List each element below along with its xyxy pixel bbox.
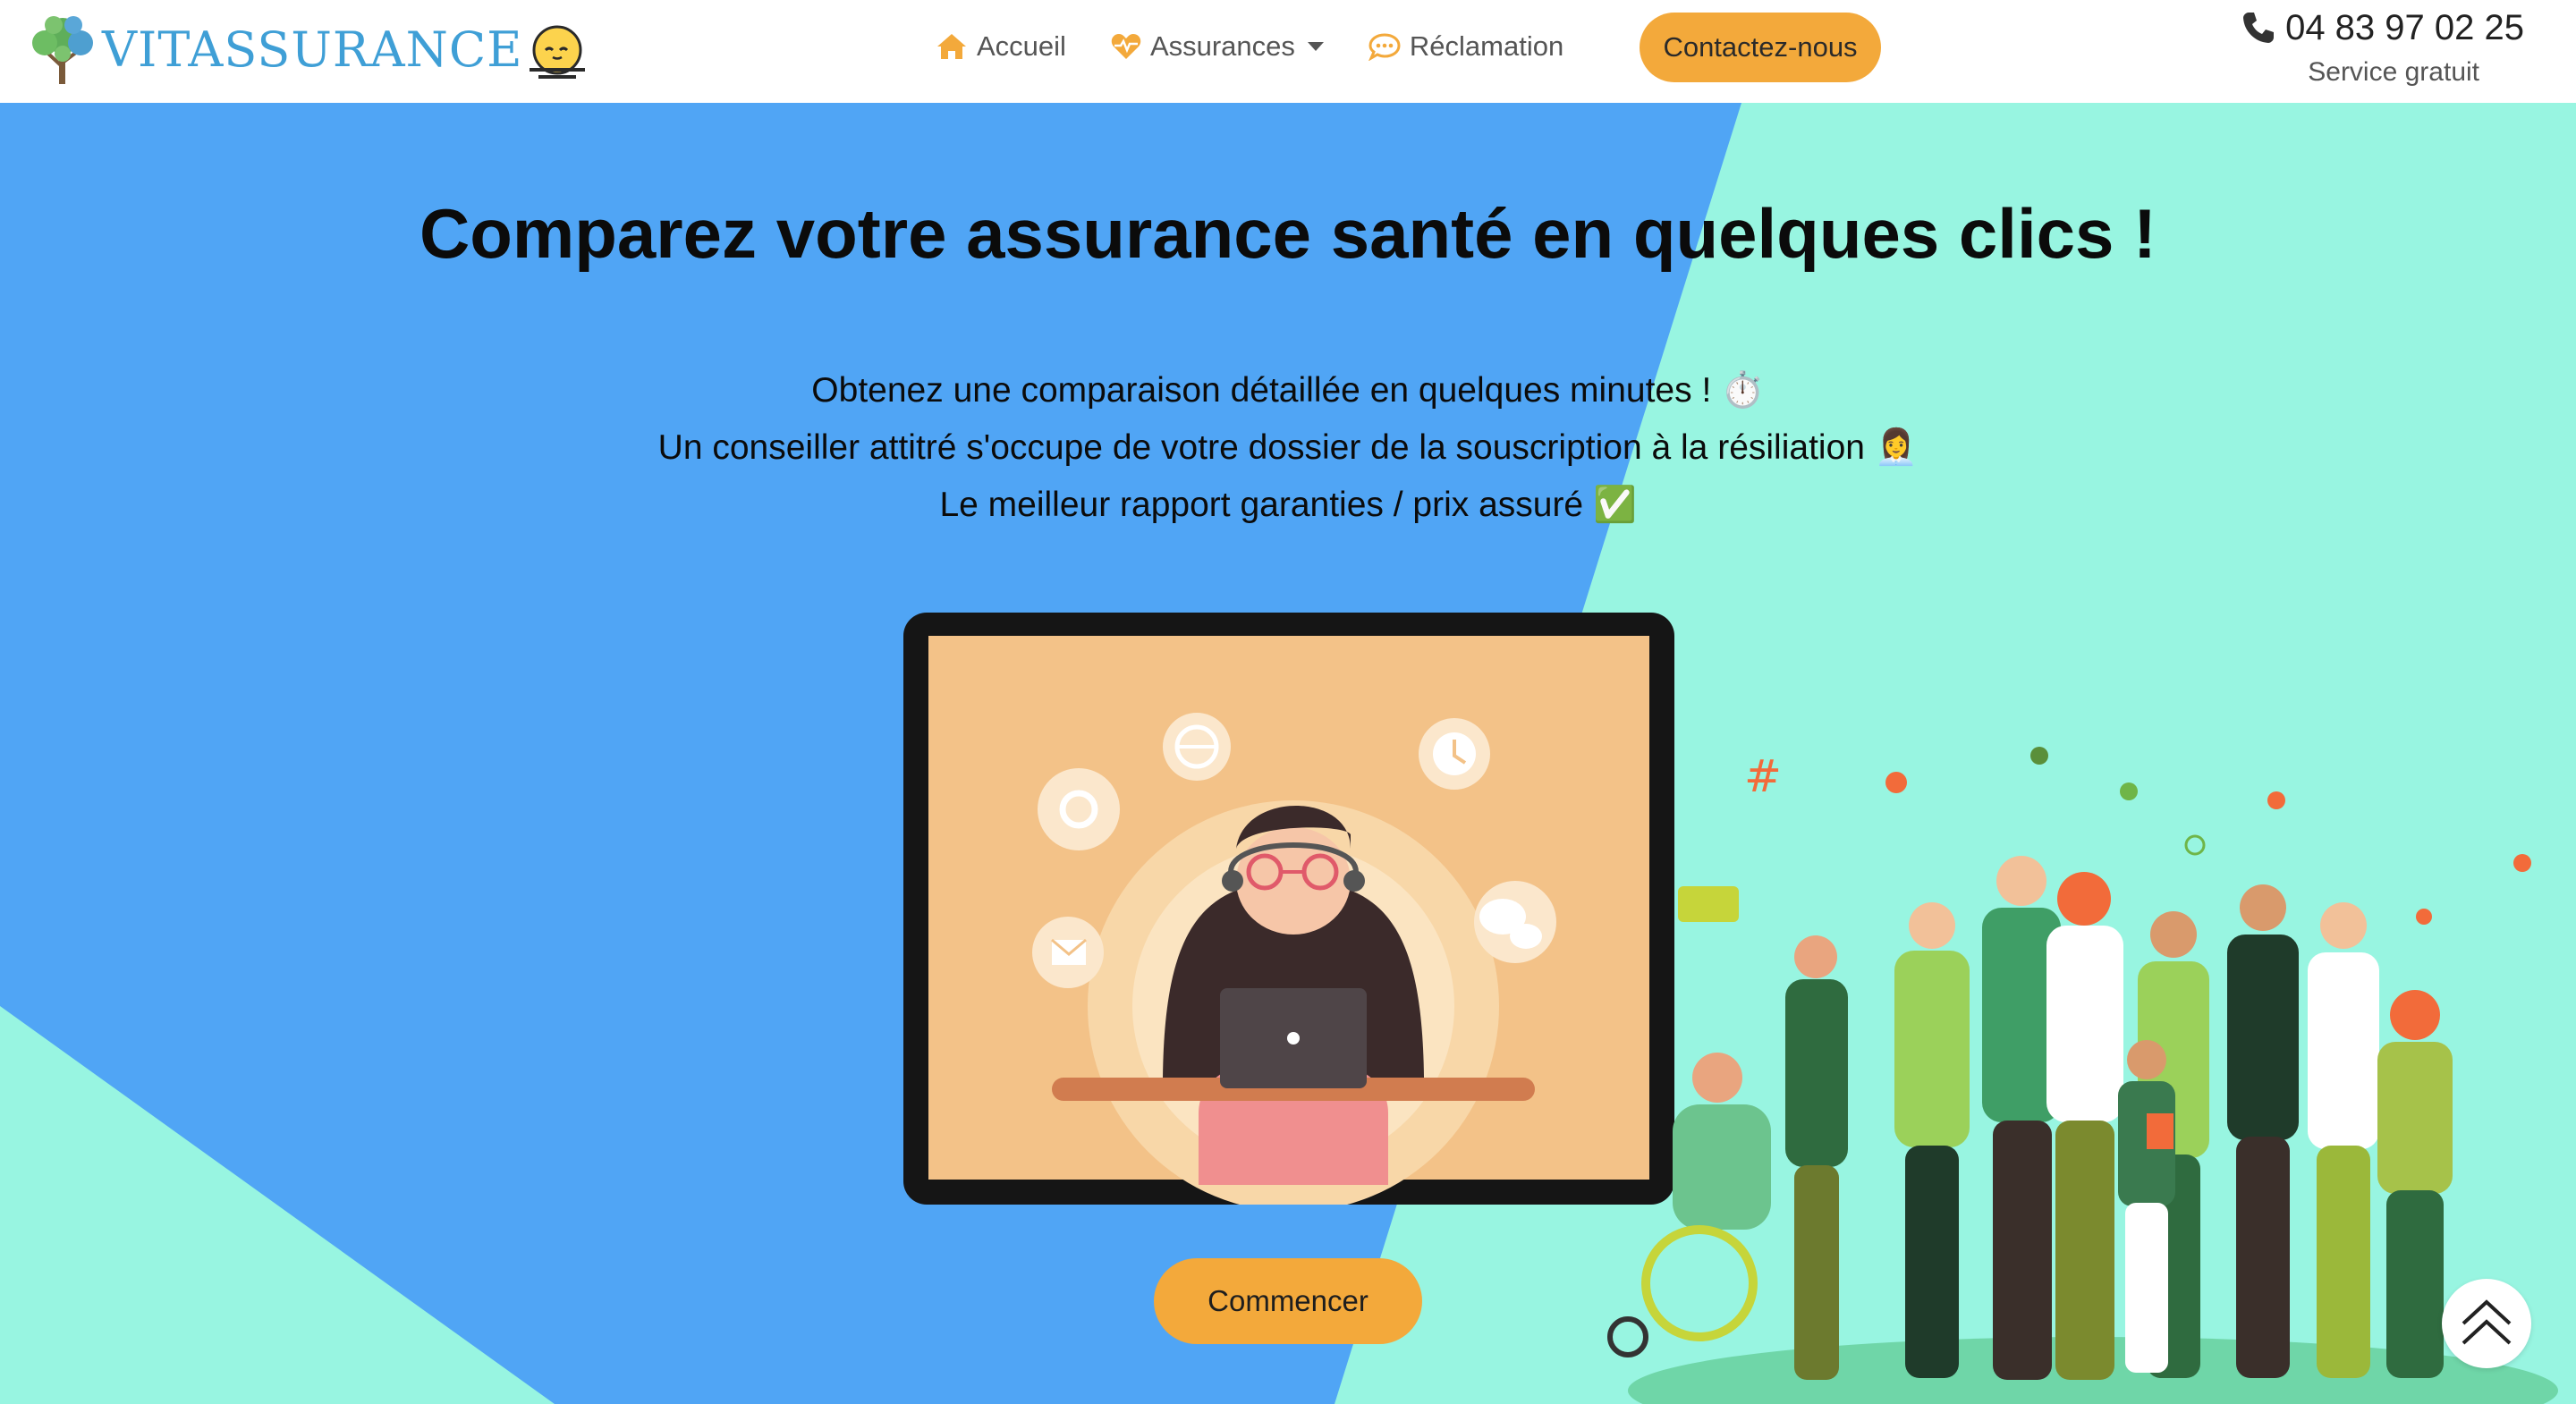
heartbeat-icon (1111, 34, 1141, 59)
phone-icon (2243, 13, 2275, 43)
scroll-to-top-button[interactable] (2442, 1279, 2531, 1368)
phone-number: 04 83 97 02 25 (2285, 7, 2524, 47)
phone-subtitle: Service gratuit (2308, 57, 2479, 87)
contact-button[interactable]: Contactez-nous (1640, 13, 1881, 82)
diverse-people-group-illustration: # (1607, 747, 2558, 1404)
hero-title: Comparez votre assurance santé en quelqu… (419, 194, 2157, 273)
hero-section: Comparez votre assurance santé en quelqu… (0, 103, 2576, 1404)
hero-line-3: Le meilleur rapport garanties / prix ass… (939, 486, 1637, 524)
nav-item-assurances[interactable]: Assurances (1111, 30, 1324, 63)
theme-toggle[interactable] (526, 23, 589, 80)
brand-name: VITASSURANCE (102, 21, 523, 78)
nav-item-reclamation[interactable]: Réclamation (1368, 30, 1563, 63)
navbar: VITASSURANCE Accueil Assurances Réclamat… (0, 0, 2576, 103)
tree-icon (32, 16, 93, 84)
home-icon (937, 34, 966, 59)
nav-item-label: Assurances (1149, 30, 1295, 62)
double-chevron-up-icon (2462, 1299, 2512, 1345)
chevron-down-icon (1307, 42, 1324, 51)
svg-text:#: # (1744, 750, 1782, 802)
nav-item-accueil[interactable]: Accueil (936, 30, 1066, 63)
hero-line-2: Un conseiller attitré s'occupe de votre … (657, 428, 1919, 467)
sunset-icon (530, 25, 585, 79)
comment-icon (1368, 33, 1401, 61)
start-button[interactable]: Commencer (1154, 1258, 1422, 1344)
nav-item-label: Accueil (977, 30, 1066, 62)
brand-logo-link[interactable]: VITASSURANCE (29, 13, 523, 88)
hero-line-1: Obtenez une comparaison détaillée en que… (811, 371, 1765, 410)
nav-item-label: Réclamation (1409, 30, 1564, 62)
phone-block: 04 83 97 02 25 Service gratuit (2202, 4, 2524, 88)
main-nav: Accueil Assurances Réclamation (936, 21, 1608, 72)
phone-link[interactable]: 04 83 97 02 25 (2202, 4, 2524, 52)
